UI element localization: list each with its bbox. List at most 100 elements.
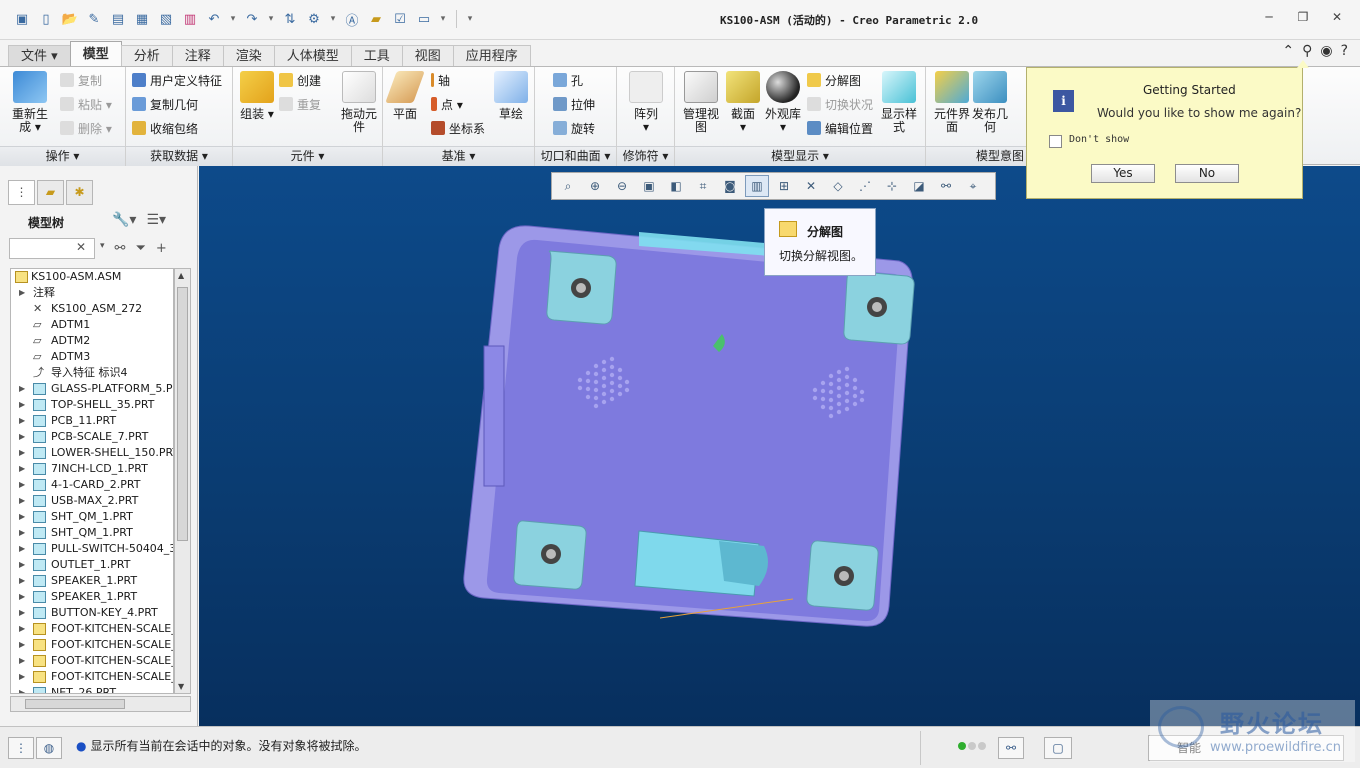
edit-icon[interactable]: ✎ [84,9,104,29]
saved-views-icon[interactable]: ⌗ [691,175,715,197]
undo-icon[interactable]: ↶ [204,9,224,29]
expand-icon[interactable]: ▶ [19,429,25,445]
expand-icon[interactable]: ▶ [19,557,25,573]
minimize-button[interactable]: ─ [1262,10,1276,24]
tree-item-root[interactable]: KS100-ASM.ASM [11,269,173,285]
plane-button[interactable]: 平面 [383,71,427,121]
tree-item[interactable]: ▶ LOWER-SHELL_150.PRT [11,445,173,461]
revolve-button[interactable]: 旋转 [553,119,595,139]
refit-icon[interactable]: ⌕ [556,175,580,197]
show-icon[interactable]: ☰▾ [146,212,166,228]
tree-item[interactable]: ▶ 7INCH-LCD_1.PRT [11,461,173,477]
close-window-icon[interactable]: ▭ [414,9,434,29]
tree-search-input[interactable]: ✕ [9,238,95,259]
tree-item[interactable]: ▶ GLASS-PLATFORM_5.PRT [11,381,173,397]
scroll-thumb[interactable] [177,287,188,541]
save-icon[interactable]: ▦ [132,9,152,29]
clear-icon[interactable]: ✕ [76,240,86,254]
annotation-display-icon[interactable]: ⊞ [772,175,796,197]
tree-item[interactable]: ▶ PCB_11.PRT [11,413,173,429]
zoom-in-icon[interactable]: ⊕ [583,175,607,197]
selection-buffer-button[interactable]: ▢ [1044,737,1072,759]
expand-icon[interactable]: ▶ [19,605,25,621]
expand-icon[interactable]: ▶ [19,637,25,653]
new-icon[interactable]: ▯ [36,9,56,29]
drag-components-button[interactable]: 拖动元件 [337,71,381,134]
tree-item[interactable]: ▶ FOOT-KITCHEN-SCALE_A [11,621,173,637]
scroll-thumb[interactable] [25,699,125,709]
copy-button[interactable]: 复制 [60,71,102,91]
spin-icon[interactable]: ◪ [907,175,931,197]
toggle-status-button[interactable]: 切换状况 [807,95,873,115]
tree-item[interactable]: ▶ BUTTON-KEY_4.PRT [11,605,173,621]
expand-icon[interactable]: ▶ [19,493,25,509]
expand-icon[interactable]: ▶ [19,589,25,605]
group-label-operations[interactable]: 操作 ▾ [0,146,125,166]
shrinkwrap-button[interactable]: 收缩包络 [132,119,198,139]
tab-annotate[interactable]: 注释 [171,45,224,67]
tree-item[interactable]: ▶ FOOT-KITCHEN-SCALE_A [11,669,173,685]
explode-view-icon[interactable]: ▥ [745,175,769,197]
print-icon[interactable]: ▧ [156,9,176,29]
assemble-button[interactable]: 组装 ▾ [235,71,279,121]
tab-file[interactable]: 文件 ▾ [8,45,71,67]
chevron-down-icon[interactable]: ▾ [266,9,276,29]
graphics-window[interactable]: ⌕ ⊕ ⊖ ▣ ◧ ⌗ ◙ ▥ ⊞ ✕ ◇ ⋰ ⊹ ◪ ⚯ ⌖ 分解图 切换分解视图。 [199,166,1360,726]
named-view-icon[interactable]: ⌖ [961,175,985,197]
chevron-down-icon[interactable]: ▾ [328,9,338,29]
expand-icon[interactable]: ▶ [19,477,25,493]
tab-tools[interactable]: 工具 [350,45,403,67]
tree-item[interactable]: ▶ USB-MAX_2.PRT [11,493,173,509]
tab-model[interactable]: 模型 [69,41,122,67]
close-button[interactable]: ✕ [1330,10,1344,24]
folder-browser-tab[interactable]: ▰ [37,180,64,205]
yes-button[interactable]: Yes [1091,164,1155,183]
expand-icon[interactable]: ▶ [19,381,25,397]
expand-icon[interactable]: ▶ [19,285,25,301]
publish-geometry-button[interactable]: 发布几何 [968,71,1012,134]
dont-show-checkbox[interactable] [1049,135,1062,148]
tree-item[interactable]: ▱ ADTM3 [11,349,173,365]
section-button[interactable]: 截面 ▾ [721,71,765,134]
tree-item[interactable]: ▶ TOP-SHELL_35.PRT [11,397,173,413]
network-icon[interactable]: ⚯ [934,175,958,197]
chevron-down-icon[interactable]: ▾ [228,9,238,29]
tab-applications[interactable]: 应用程序 [452,45,531,67]
expand-icon[interactable]: ▶ [19,685,25,693]
tree-item[interactable]: ▶ 4-1-CARD_2.PRT [11,477,173,493]
expand-icon[interactable]: ▶ [19,509,25,525]
tree-item[interactable]: ▶ PCB-SCALE_7.PRT [11,429,173,445]
edit-position-button[interactable]: 编辑位置 [807,119,873,139]
scroll-up-icon[interactable]: ▲ [178,271,184,280]
expand-icon[interactable]: ▶ [19,621,25,637]
favorites-tab[interactable]: ✱ [66,180,93,205]
csys-display-icon[interactable]: ⊹ [880,175,904,197]
expand-icon[interactable]: ▶ [19,413,25,429]
tree-item[interactable]: ▱ ADTM1 [11,317,173,333]
chevron-down-icon[interactable]: ▾ [100,241,105,256]
text-icon[interactable]: Ⓐ [342,9,362,29]
toggle-browser-button[interactable]: ◍ [36,737,62,759]
point-display-icon[interactable]: ⋰ [853,175,877,197]
repeat-button[interactable]: 重复 [279,95,321,115]
delete-button[interactable]: 删除 ▾ [60,119,112,139]
search-icon[interactable]: ⚲ [1302,43,1312,59]
tree-item[interactable]: ▶ FOOT-KITCHEN-SCALE_A [11,653,173,669]
copy-geometry-button[interactable]: 复制几何 [132,95,198,115]
tree-item[interactable]: ▱ ADTM2 [11,333,173,349]
restore-button[interactable]: ❐ [1296,10,1310,24]
tree-item[interactable]: ▶ SHT_QM_1.PRT [11,525,173,541]
hole-button[interactable]: 孔 [553,71,583,91]
no-button[interactable]: No [1175,164,1239,183]
help-icon[interactable]: ? [1341,43,1348,59]
plane-display-icon[interactable]: ◇ [826,175,850,197]
filter-icon[interactable]: ⏷ [135,241,145,256]
repaint-icon[interactable]: ▣ [637,175,661,197]
spin-center-icon[interactable]: ◧ [664,175,688,197]
sketch-button[interactable]: 草绘 [489,71,533,121]
group-label-datum[interactable]: 基准 ▾ [383,146,534,166]
regenerate-icon[interactable]: ⇅ [280,9,300,29]
udf-button[interactable]: 用户定义特征 [132,71,222,91]
display-style-button[interactable]: 显示样式 [877,71,921,134]
group-label-model-intent[interactable]: 模型意图 [926,146,1026,166]
